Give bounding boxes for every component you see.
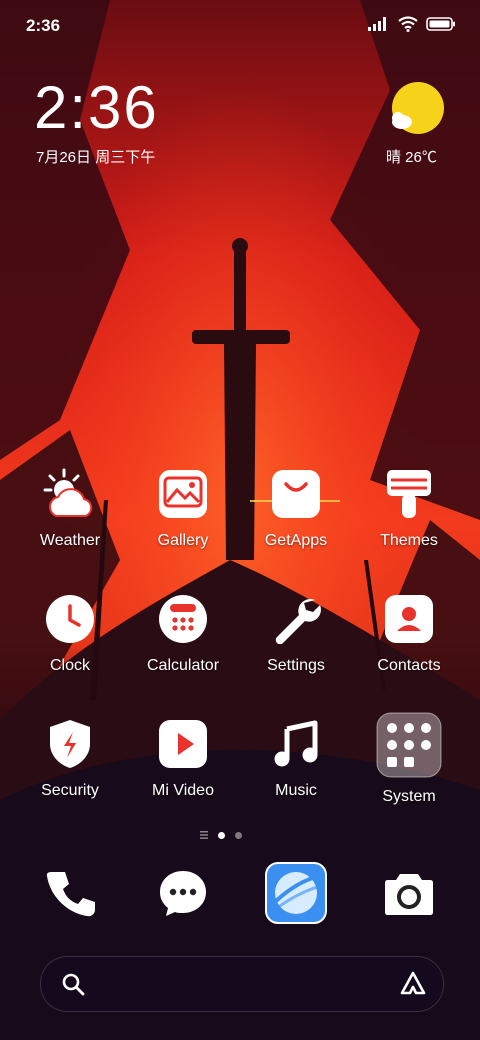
app-label: Gallery: [157, 532, 209, 549]
dock-camera[interactable]: [374, 860, 444, 926]
app-settings[interactable]: Settings: [241, 591, 351, 675]
search-icon[interactable]: [61, 972, 85, 996]
app-mi-video[interactable]: Mi Video: [128, 716, 238, 800]
themes-icon: [387, 470, 431, 518]
gallery-icon: [159, 470, 207, 518]
clock-widget-time[interactable]: 2:36: [34, 78, 159, 138]
app-label: GetApps: [264, 532, 328, 549]
search-bar[interactable]: [40, 956, 444, 1012]
music-note-icon: [274, 720, 318, 767]
messages-icon: [160, 871, 206, 916]
weather-widget-text: 晴 26℃: [386, 149, 437, 166]
menu-lines-icon: [200, 831, 208, 839]
wrench-icon: [275, 599, 321, 644]
camera-icon: [385, 874, 433, 915]
browser-icon: [265, 862, 327, 924]
page-indicator[interactable]: [200, 828, 260, 842]
app-label: Contacts: [377, 657, 441, 674]
security-shield-icon: [50, 720, 90, 768]
app-label: System: [382, 788, 436, 805]
app-label: Settings: [267, 657, 325, 674]
app-themes[interactable]: Themes: [354, 466, 464, 550]
status-icons: [368, 16, 456, 32]
app-security[interactable]: Security: [15, 716, 125, 800]
clock-icon: [46, 595, 94, 643]
wifi-icon: [398, 16, 418, 32]
app-label: Clock: [49, 657, 90, 674]
system-folder-icon: [376, 712, 442, 778]
calculator-icon: [159, 595, 207, 643]
app-label: Music: [275, 782, 317, 799]
weather-icon: [43, 468, 93, 517]
app-system-folder[interactable]: System: [354, 712, 464, 806]
play-icon: [159, 720, 207, 768]
app-getapps[interactable]: GetApps: [241, 466, 351, 550]
app-weather[interactable]: Weather: [15, 466, 125, 550]
app-gallery[interactable]: Gallery: [128, 466, 238, 550]
app-label: Mi Video: [152, 782, 214, 799]
search-input[interactable]: [97, 969, 381, 1001]
app-label: Themes: [380, 532, 438, 549]
phone-icon: [46, 872, 95, 917]
battery-icon: [426, 17, 455, 31]
page-dot: [235, 831, 242, 839]
app-calculator[interactable]: Calculator: [128, 591, 238, 675]
app-label: Weather: [39, 532, 101, 549]
dock-phone[interactable]: [35, 860, 105, 926]
app-label: Calculator: [146, 657, 220, 674]
clock-widget-date: 7月26日 周三下午: [36, 149, 156, 166]
app-clock[interactable]: Clock: [15, 591, 125, 675]
app-music[interactable]: Music: [241, 716, 351, 800]
dock-messages[interactable]: [148, 860, 218, 926]
getapps-icon: [272, 470, 320, 518]
status-time: 2:36: [26, 16, 61, 35]
signal-icon: [368, 17, 386, 31]
contacts-icon: [385, 595, 433, 643]
app-label: Security: [41, 782, 99, 799]
dock: [0, 860, 480, 930]
app-contacts[interactable]: Contacts: [354, 591, 464, 675]
dock-browser[interactable]: [261, 860, 331, 926]
assistant-icon[interactable]: [399, 970, 427, 998]
page-dot-active: [218, 831, 225, 839]
status-bar: 2:36: [0, 0, 480, 50]
sun-cloud-icon[interactable]: [388, 82, 448, 138]
